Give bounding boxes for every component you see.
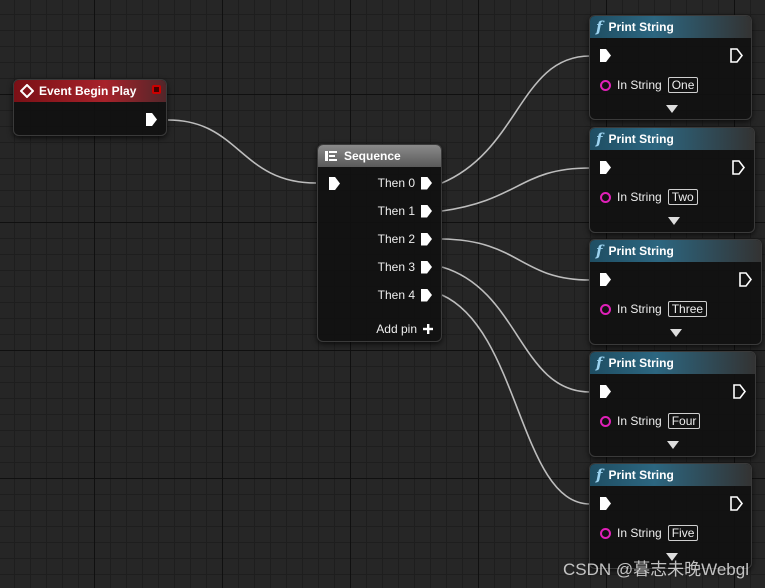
- in-string-value[interactable]: One: [667, 77, 699, 93]
- exec-out-pin-icon[interactable]: [421, 176, 432, 190]
- print-string-header[interactable]: f Print String: [590, 464, 751, 486]
- sequence-output-row[interactable]: Then 1: [378, 204, 432, 218]
- exec-out-pin-icon[interactable]: [421, 204, 432, 218]
- string-pin-icon[interactable]: [600, 303, 611, 315]
- add-pin-icon: [423, 324, 433, 334]
- exec-out-pin-icon[interactable]: [421, 232, 432, 246]
- print-string-header[interactable]: f Print String: [590, 128, 754, 150]
- expand-arrow-icon[interactable]: [667, 441, 679, 449]
- exec-in-pin-icon[interactable]: [600, 273, 611, 286]
- function-icon: f: [596, 242, 603, 260]
- event-diamond-icon: [20, 84, 34, 98]
- function-icon: f: [596, 466, 603, 484]
- print-string-title: Print String: [608, 244, 674, 258]
- sequence-output-row[interactable]: Then 0: [378, 176, 432, 190]
- print-string-title: Print String: [608, 20, 674, 34]
- add-pin-button[interactable]: Add pin: [376, 322, 433, 336]
- exec-out-pin-icon[interactable]: [730, 48, 743, 63]
- print-string-node[interactable]: f Print String In String One: [589, 15, 752, 120]
- in-string-label: In String: [617, 414, 662, 428]
- print-string-node[interactable]: f Print String In String Four: [589, 351, 756, 457]
- exec-wire-event-to-sequence: [167, 119, 317, 184]
- sequence-node-header[interactable]: Sequence: [318, 145, 441, 167]
- exec-wire-then2: [441, 238, 591, 281]
- exec-in-pin-icon[interactable]: [600, 385, 611, 398]
- print-string-node[interactable]: f Print String In String Three: [589, 239, 762, 345]
- in-string-label: In String: [617, 302, 662, 316]
- exec-wire-then3: [441, 266, 591, 393]
- sequence-output-row[interactable]: Then 4: [378, 288, 432, 302]
- in-string-row[interactable]: In String Five: [600, 525, 699, 541]
- string-pin-icon[interactable]: [600, 191, 611, 203]
- in-string-label: In String: [617, 78, 662, 92]
- exec-out-pin-icon[interactable]: [730, 496, 743, 511]
- sequence-output-row[interactable]: Then 3: [378, 260, 432, 274]
- exec-wire-then0: [441, 55, 591, 184]
- expand-arrow-icon[interactable]: [666, 105, 678, 113]
- in-string-row[interactable]: In String Three: [600, 301, 708, 317]
- print-string-node[interactable]: f Print String In String Two: [589, 127, 755, 233]
- sequence-icon: [325, 151, 337, 161]
- exec-out-pin-icon[interactable]: [421, 260, 432, 274]
- exec-wire-then1: [441, 167, 591, 212]
- then-label: Then 3: [377, 260, 415, 274]
- exec-out-pin-icon[interactable]: [733, 384, 746, 399]
- print-string-title: Print String: [608, 356, 674, 370]
- expand-arrow-icon[interactable]: [668, 217, 680, 225]
- then-label: Then 2: [377, 232, 415, 246]
- then-label: Then 0: [377, 176, 415, 190]
- in-string-value[interactable]: Two: [667, 189, 698, 205]
- string-pin-icon[interactable]: [600, 527, 611, 539]
- function-icon: f: [596, 354, 603, 372]
- watermark: CSDN @暮志未晚Webgl: [562, 560, 749, 579]
- in-string-row[interactable]: In String One: [600, 77, 699, 93]
- print-string-header[interactable]: f Print String: [590, 352, 755, 374]
- exec-in-pin-icon[interactable]: [600, 497, 611, 510]
- in-string-row[interactable]: In String Four: [600, 413, 701, 429]
- exec-out-pin-icon[interactable]: [421, 288, 432, 302]
- in-string-label: In String: [617, 526, 662, 540]
- add-pin-label: Add pin: [376, 322, 417, 336]
- in-string-value[interactable]: Four: [667, 413, 701, 429]
- in-string-row[interactable]: In String Two: [600, 189, 698, 205]
- exec-out-pin-icon[interactable]: [732, 160, 745, 175]
- in-string-value[interactable]: Five: [667, 525, 699, 541]
- event-node-header[interactable]: Event Begin Play: [14, 80, 166, 102]
- function-icon: f: [596, 18, 603, 36]
- print-string-header[interactable]: f Print String: [590, 240, 761, 262]
- then-label: Then 1: [377, 204, 415, 218]
- string-pin-icon[interactable]: [600, 415, 611, 427]
- sequence-output-row[interactable]: Then 2: [378, 232, 432, 246]
- function-icon: f: [596, 130, 603, 148]
- sequence-node[interactable]: Sequence Then 0 Then 1 Then 2 Then 3 The…: [317, 144, 442, 342]
- exec-in-pin-icon[interactable]: [600, 161, 611, 174]
- exec-in-pin-icon[interactable]: [329, 177, 340, 190]
- exec-wire-then4: [441, 294, 591, 505]
- exec-out-pin-icon[interactable]: [739, 272, 752, 287]
- exec-in-pin-icon[interactable]: [600, 49, 611, 62]
- print-string-title: Print String: [608, 468, 674, 482]
- string-pin-icon[interactable]: [600, 79, 611, 91]
- delegate-pin-icon[interactable]: [152, 85, 161, 94]
- print-string-title: Print String: [608, 132, 674, 146]
- event-node-title: Event Begin Play: [39, 84, 137, 98]
- print-string-node[interactable]: f Print String In String Five: [589, 463, 752, 569]
- sequence-node-title: Sequence: [344, 149, 401, 163]
- in-string-value[interactable]: Three: [667, 301, 708, 317]
- print-string-header[interactable]: f Print String: [590, 16, 751, 38]
- event-begin-play-node[interactable]: Event Begin Play: [13, 79, 167, 136]
- expand-arrow-icon[interactable]: [670, 329, 682, 337]
- in-string-label: In String: [617, 190, 662, 204]
- exec-out-pin-icon[interactable]: [146, 113, 157, 126]
- then-label: Then 4: [377, 288, 415, 302]
